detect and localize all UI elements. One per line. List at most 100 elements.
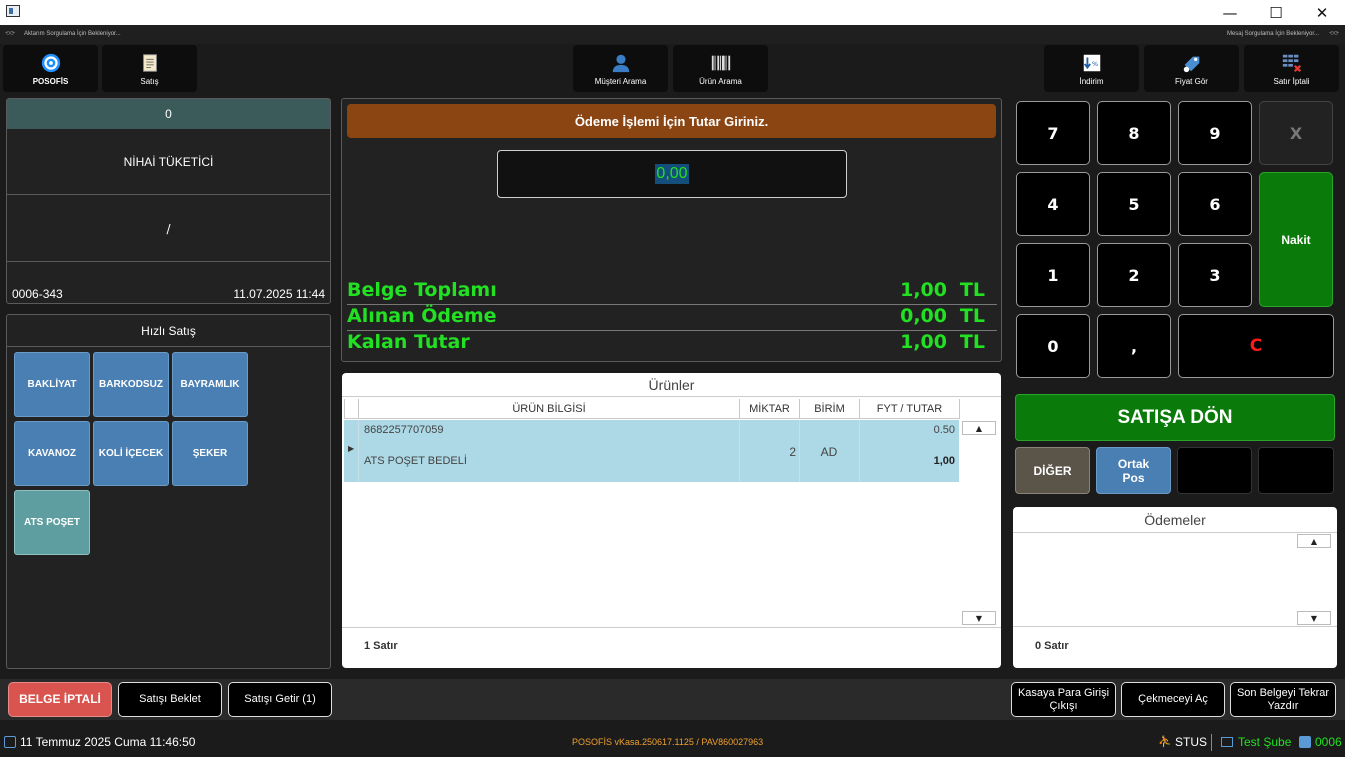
- quick-sale-barkodsuz[interactable]: BARKODSUZ: [93, 352, 169, 417]
- alinan-odeme-currency: TL: [959, 305, 985, 327]
- kasaya-para-button[interactable]: Kasaya Para Girişi Çıkışı: [1011, 682, 1116, 717]
- delete-row-icon: [1282, 54, 1301, 72]
- key-1[interactable]: 1: [1016, 243, 1090, 307]
- payment-entry-panel: Ödeme İşlemi İçin Tutar Giriniz. 0,00 Be…: [341, 98, 1002, 362]
- empty-button-1: [1177, 447, 1252, 494]
- quick-sale-bayramlik[interactable]: BAYRAMLIK: [172, 352, 248, 417]
- payments-scroll-down[interactable]: ▼: [1297, 611, 1331, 625]
- key-4[interactable]: 4: [1016, 172, 1090, 236]
- cekmeceyi-ac-button[interactable]: Çekmeceyi Aç: [1121, 682, 1225, 717]
- fiyat-gor-label: Fiyat Gör: [1175, 76, 1208, 86]
- payment-banner: Ödeme İşlemi İçin Tutar Giriniz.: [347, 104, 996, 138]
- key-2[interactable]: 2: [1097, 243, 1171, 307]
- quick-sale-bakliyat[interactable]: BAKLİYAT: [14, 352, 90, 417]
- satir-iptali-button[interactable]: Satır İptali: [1244, 45, 1339, 92]
- musteri-arama-button[interactable]: Müşteri Arama: [573, 45, 668, 92]
- key-7[interactable]: 7: [1016, 101, 1090, 165]
- payments-panel: Ödemeler ▲ ▼ 0 Satır: [1013, 507, 1337, 668]
- column-birim[interactable]: BİRİM: [800, 399, 860, 419]
- svg-text:%: %: [1092, 59, 1098, 67]
- amount-value: 0,00: [655, 164, 689, 184]
- alinan-odeme-row: Alınan Ödeme 0,00 TL: [347, 305, 997, 331]
- key-comma[interactable]: ,: [1097, 314, 1171, 378]
- document-number: 0006-343: [12, 287, 63, 301]
- clear-button[interactable]: C: [1178, 314, 1334, 378]
- column-miktar[interactable]: MİKTAR: [740, 399, 800, 419]
- belge-toplami-label: Belge Toplamı: [347, 279, 497, 301]
- belge-toplami-value: 1,00: [900, 279, 947, 301]
- register-icon: [1299, 736, 1311, 748]
- column-fyt-tutar[interactable]: FYT / TUTAR: [860, 399, 960, 419]
- belge-iptali-button[interactable]: BELGE İPTALİ: [8, 682, 112, 717]
- row-indicator-header: [345, 399, 359, 419]
- discount-icon: %: [1083, 54, 1100, 71]
- kalan-tutar-value: 1,00: [900, 331, 947, 353]
- calendar-icon: [4, 736, 16, 748]
- products-title: Ürünler: [342, 373, 1001, 397]
- window-titlebar: — ☐ ✕: [0, 0, 1345, 25]
- kalan-tutar-label: Kalan Tutar: [347, 331, 470, 353]
- transfer-status: Aktarım Sorgulama İçin Bekleniyor...: [24, 31, 121, 37]
- satis-label: Satış: [140, 76, 159, 86]
- table-row[interactable]: ▶ 8682257707059 ATS POŞET BEDELİ 2 AD 0.…: [344, 420, 959, 482]
- key-8[interactable]: 8: [1097, 101, 1171, 165]
- quick-sale-seker[interactable]: ŞEKER: [172, 421, 248, 486]
- key-9[interactable]: 9: [1178, 101, 1252, 165]
- payments-title: Ödemeler: [1013, 507, 1337, 533]
- maximize-button[interactable]: ☐: [1253, 0, 1299, 25]
- musteri-arama-label: Müşteri Arama: [594, 76, 647, 86]
- quick-sale-ats-poset[interactable]: ATS POŞET: [14, 490, 90, 555]
- minimize-button[interactable]: —: [1207, 0, 1253, 25]
- empty-button-2: [1258, 447, 1334, 494]
- customer-panel: 0 NİHAİ TÜKETİCİ / 0006-343 11.07.2025 1…: [6, 98, 331, 304]
- status-line: ⟲⟳ Aktarım Sorgulama İçin Bekleniyor... …: [0, 25, 1345, 44]
- diger-button[interactable]: DİĞER: [1015, 447, 1090, 494]
- quick-sale-title: Hızlı Satış: [7, 315, 330, 347]
- urun-arama-label: Ürün Arama: [699, 76, 742, 86]
- price-tag-icon: [1183, 56, 1199, 72]
- close-button[interactable]: ✕: [1299, 0, 1345, 25]
- sync-icon-right: ⟲⟳: [1328, 31, 1339, 37]
- quick-sale-koli-icecek[interactable]: KOLİ İÇECEK: [93, 421, 169, 486]
- products-header: ÜRÜN BİLGİSİ MİKTAR BİRİM FYT / TUTAR: [344, 399, 960, 419]
- scroll-up-button[interactable]: ▲: [962, 421, 996, 435]
- satisi-getir-button[interactable]: Satışı Getir (1): [228, 682, 332, 717]
- row-unit: AD: [820, 445, 838, 459]
- footer-version: POSOFİS vKasa.250617.1125 / PAV860027963: [572, 737, 764, 747]
- son-belge-button[interactable]: Son Belgeyi Tekrar Yazdır: [1230, 682, 1336, 717]
- quick-sale-panel: Hızlı Satış BAKLİYAT BARKODSUZ BAYRAMLIK…: [6, 314, 331, 669]
- fiyat-gor-button[interactable]: Fiyat Gör: [1144, 45, 1239, 92]
- satisi-beklet-button[interactable]: Satışı Beklet: [118, 682, 222, 717]
- message-status: Mesaj Sorgulama İçin Bekleniyor...: [1226, 31, 1319, 37]
- row-quantity: 2: [789, 445, 796, 459]
- payments-scroll-up[interactable]: ▲: [1297, 534, 1331, 548]
- satisa-don-button[interactable]: SATIŞA DÖN: [1015, 394, 1335, 441]
- key-x[interactable]: X: [1259, 101, 1333, 165]
- indirim-label: İndirim: [1079, 76, 1104, 86]
- scroll-down-button[interactable]: ▼: [962, 611, 996, 625]
- nakit-button[interactable]: Nakit: [1259, 172, 1333, 307]
- satir-iptali-label: Satır İptali: [1273, 76, 1310, 86]
- ortak-pos-button[interactable]: Ortak Pos: [1096, 447, 1171, 494]
- customer-name[interactable]: NİHAİ TÜKETİCİ: [7, 129, 330, 195]
- sync-icon: ⟲⟳: [5, 31, 16, 37]
- key-3[interactable]: 3: [1178, 243, 1252, 307]
- products-row-count: 1 Satır: [364, 640, 398, 652]
- urun-arama-button[interactable]: Ürün Arama: [673, 45, 768, 92]
- quick-sale-kavanoz[interactable]: KAVANOZ: [14, 421, 90, 486]
- key-5[interactable]: 5: [1097, 172, 1171, 236]
- indirim-button[interactable]: % İndirim: [1044, 45, 1139, 92]
- belge-toplami-row: Belge Toplamı 1,00 TL: [347, 279, 997, 305]
- satis-button[interactable]: Satış: [102, 45, 197, 92]
- belge-toplami-currency: TL: [959, 279, 985, 301]
- payments-row-count: 0 Satır: [1035, 640, 1069, 652]
- barcode-icon: [711, 55, 730, 70]
- amount-input[interactable]: 0,00: [497, 150, 847, 198]
- row-total: 1,00: [933, 455, 955, 467]
- user-icon-footer: ⛹: [1158, 735, 1172, 748]
- posofis-button[interactable]: POSOFİS: [3, 45, 98, 92]
- posofis-logo-icon: [41, 53, 60, 72]
- key-0[interactable]: 0: [1016, 314, 1090, 378]
- column-urun-bilgisi[interactable]: ÜRÜN BİLGİSİ: [359, 399, 740, 419]
- key-6[interactable]: 6: [1178, 172, 1252, 236]
